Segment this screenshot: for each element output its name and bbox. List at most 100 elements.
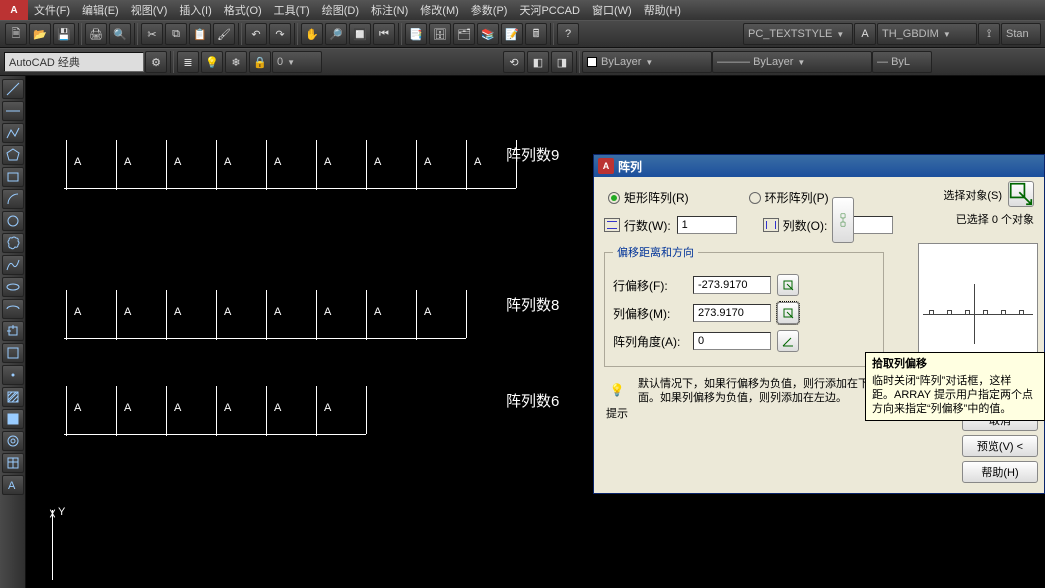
polar-array-radio[interactable]: 环形阵列(P)	[749, 189, 829, 206]
construction-line-icon[interactable]	[2, 101, 24, 121]
hatch-tool-icon[interactable]	[2, 387, 24, 407]
rectangular-array-radio[interactable]: 矩形阵列(R)	[608, 189, 689, 206]
zoom-window-icon[interactable]: 🔲	[349, 23, 371, 45]
menu-item[interactable]: 标注(N)	[365, 2, 414, 18]
array-tick	[416, 140, 417, 188]
circle-tool-icon[interactable]	[2, 211, 24, 231]
design-center-icon[interactable]: 🗄	[429, 23, 451, 45]
hint-text: 默认情况下，如果行偏移为负值，则行添加在下面。如果列偏移为负值，则列添加在左边。	[638, 377, 874, 405]
dimstyle-dropdown[interactable]: TH_GBDIM▼	[877, 23, 977, 45]
mtext-tool-icon[interactable]: A	[2, 475, 24, 495]
workspace-combo[interactable]: AutoCAD 经典	[4, 52, 144, 72]
spline-tool-icon[interactable]	[2, 255, 24, 275]
select-objects-button[interactable]	[1008, 181, 1034, 207]
new-file-icon[interactable]: 🗎	[5, 23, 27, 45]
sheet-set-icon[interactable]: 📚	[477, 23, 499, 45]
workspace-toolbar: AutoCAD 经典 ⚙ ≣ 💡 ❄ 🔒 0▼ ⟲ ◧ ◨ ByLayer▼ —…	[0, 48, 1045, 76]
help-icon[interactable]: ?	[557, 23, 579, 45]
layer-dropdown[interactable]: 0▼	[272, 51, 322, 73]
menu-item[interactable]: 天河PCCAD	[513, 2, 586, 18]
col-offset-input[interactable]	[693, 304, 771, 322]
insert-block-icon[interactable]	[2, 321, 24, 341]
menu-item[interactable]: 格式(O)	[218, 2, 268, 18]
polygon-tool-icon[interactable]	[2, 145, 24, 165]
layer-prev-icon[interactable]: ⟲	[503, 51, 525, 73]
dialog-titlebar[interactable]: A 阵列	[594, 155, 1044, 177]
textstyle-btn-icon[interactable]: A	[854, 23, 876, 45]
revision-cloud-icon[interactable]	[2, 233, 24, 253]
menu-item[interactable]: 窗口(W)	[586, 2, 638, 18]
menu-item[interactable]: 插入(I)	[173, 2, 217, 18]
array-tick	[66, 386, 67, 434]
color-dropdown[interactable]: ByLayer▼	[582, 51, 712, 73]
lightbulb-icon: 💡	[604, 377, 630, 403]
layer-lock-icon[interactable]: 🔒	[249, 51, 271, 73]
table-tool-icon[interactable]	[2, 453, 24, 473]
textstyle-dropdown[interactable]: PC_TEXTSTYLE▼	[743, 23, 853, 45]
menu-item[interactable]: 修改(M)	[414, 2, 465, 18]
pan-icon[interactable]: ✋	[301, 23, 323, 45]
menu-item[interactable]: 帮助(H)	[638, 2, 687, 18]
row-offset-input[interactable]	[693, 276, 771, 294]
ellipse-tool-icon[interactable]	[2, 277, 24, 297]
array-item-label: A	[474, 156, 481, 168]
layer-freeze-icon[interactable]: ❄	[225, 51, 247, 73]
array-tick	[66, 290, 67, 338]
ellipse-arc-icon[interactable]	[2, 299, 24, 319]
pick-angle-button[interactable]	[777, 330, 799, 352]
menu-item[interactable]: 工具(T)	[268, 2, 316, 18]
array-item-label: A	[274, 402, 281, 414]
menu-item[interactable]: 文件(F)	[28, 2, 76, 18]
point-tool-icon[interactable]	[2, 365, 24, 385]
workspace-settings-icon[interactable]: ⚙	[145, 51, 167, 73]
array-angle-input[interactable]	[693, 332, 771, 350]
line-tool-icon[interactable]	[2, 79, 24, 99]
save-icon[interactable]: 💾	[53, 23, 75, 45]
properties-icon[interactable]: 📑	[405, 23, 427, 45]
menu-item[interactable]: 绘图(D)	[316, 2, 365, 18]
menu-item[interactable]: 编辑(E)	[76, 2, 125, 18]
rows-input[interactable]	[677, 216, 737, 234]
calc-icon[interactable]: 🖩	[525, 23, 547, 45]
array-item-label: A	[174, 306, 181, 318]
region-tool-icon[interactable]	[2, 431, 24, 451]
zoom-icon[interactable]: 🔎	[325, 23, 347, 45]
pick-col-offset-button[interactable]	[777, 302, 799, 324]
markup-icon[interactable]: 📝	[501, 23, 523, 45]
arc-tool-icon[interactable]	[2, 189, 24, 209]
undo-icon[interactable]: ↶	[245, 23, 267, 45]
help-button[interactable]: 帮助(H)	[962, 461, 1038, 483]
array-item-label: A	[174, 156, 181, 168]
layers-icon[interactable]: ≣	[177, 51, 199, 73]
print-icon[interactable]: 🖨	[85, 23, 107, 45]
layer-match-icon[interactable]: ◨	[551, 51, 573, 73]
plot-preview-icon[interactable]: 🔍	[109, 23, 131, 45]
layer-iso-icon[interactable]: ◧	[527, 51, 549, 73]
rectangle-tool-icon[interactable]	[2, 167, 24, 187]
zoom-prev-icon[interactable]: ⏮	[373, 23, 395, 45]
ucs-icon: Y	[42, 500, 82, 580]
redo-icon[interactable]: ↷	[269, 23, 291, 45]
menu-item[interactable]: 视图(V)	[125, 2, 174, 18]
layer-states-icon[interactable]: 💡	[201, 51, 223, 73]
gradient-tool-icon[interactable]	[2, 409, 24, 429]
dimstyle-btn-icon[interactable]: ⟟	[978, 23, 1000, 45]
make-block-icon[interactable]	[2, 343, 24, 363]
match-icon[interactable]: 🖌	[213, 23, 235, 45]
paste-icon[interactable]: 📋	[189, 23, 211, 45]
menu-item[interactable]: 参数(P)	[465, 2, 514, 18]
pick-both-offset-button[interactable]	[832, 197, 854, 243]
pick-row-offset-button[interactable]	[777, 274, 799, 296]
preview-button[interactable]: 预览(V) <	[962, 435, 1038, 457]
array-tick	[316, 290, 317, 338]
tablestyle-dropdown[interactable]: Stan	[1001, 23, 1041, 45]
polyline-tool-icon[interactable]	[2, 123, 24, 143]
cut-icon[interactable]: ✂	[141, 23, 163, 45]
lineweight-dropdown[interactable]: — ByL	[872, 51, 932, 73]
array-item-label: A	[174, 402, 181, 414]
tool-palettes-icon[interactable]: 🗂	[453, 23, 475, 45]
copy-icon[interactable]: ⧉	[165, 23, 187, 45]
linetype-dropdown[interactable]: ——— ByLayer▼	[712, 51, 872, 73]
textstyle-value: PC_TEXTSTYLE	[748, 28, 832, 40]
open-file-icon[interactable]: 📂	[29, 23, 51, 45]
